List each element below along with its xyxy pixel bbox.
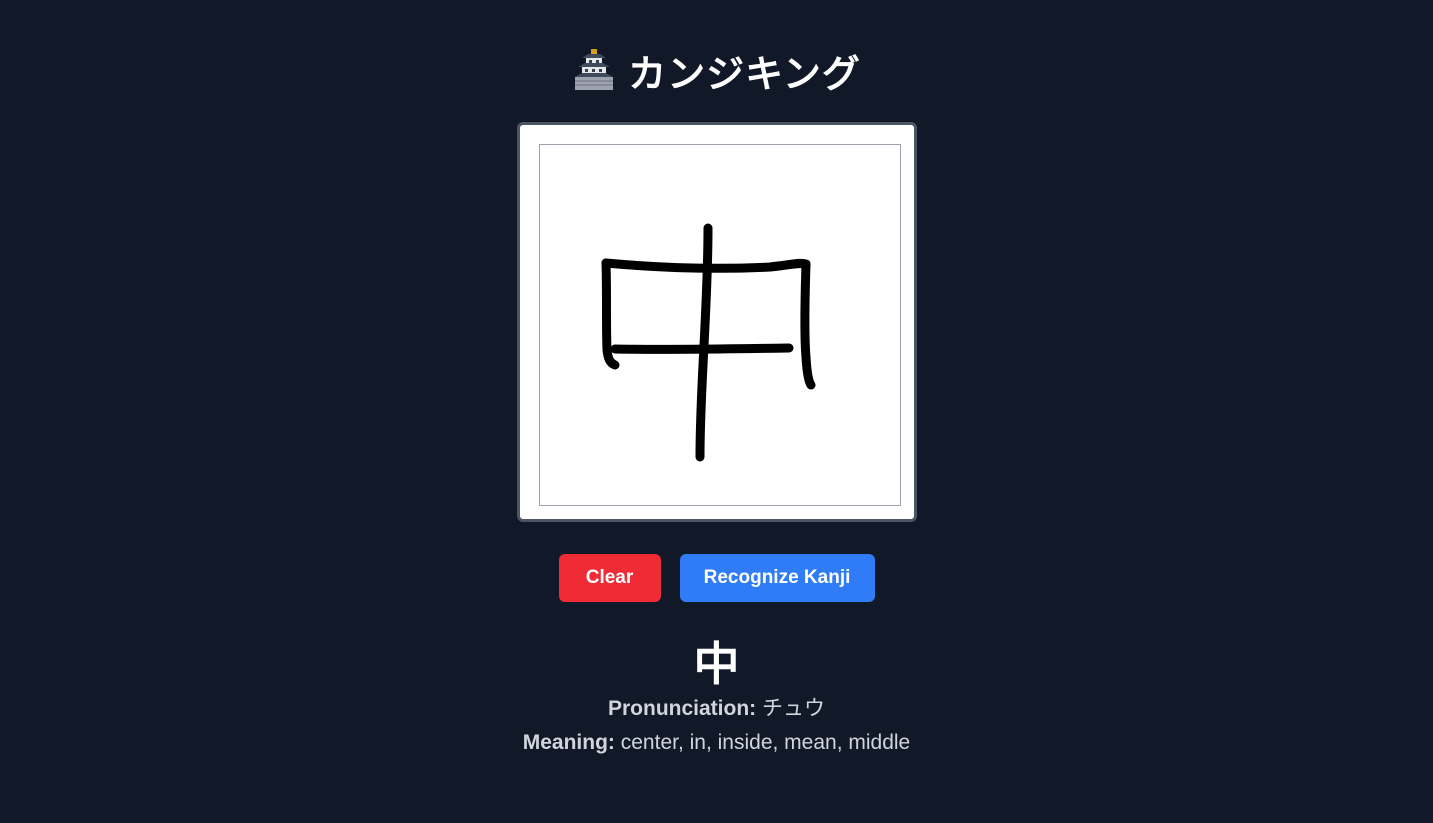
- meaning-label: Meaning:: [522, 731, 615, 754]
- action-buttons: Clear Recognize Kanji: [558, 554, 875, 602]
- header: カンジキング: [572, 44, 861, 96]
- drawing-canvas[interactable]: [538, 144, 901, 506]
- recognized-kanji: 中: [693, 637, 740, 691]
- meaning-value: center, in, inside, mean, middle: [620, 731, 911, 754]
- pronunciation-line: Pronunciation: チュウ: [608, 692, 825, 726]
- pronunciation-label: Pronunciation:: [607, 697, 757, 720]
- meaning-line: Meaning: center, in, inside, mean, middl…: [523, 726, 911, 760]
- clear-button[interactable]: Clear: [558, 554, 661, 602]
- pronunciation-value: チュウ: [762, 697, 825, 720]
- drawing-canvas-frame: [516, 122, 917, 522]
- app-title: カンジキング: [628, 51, 861, 96]
- japanese-castle-icon: [575, 49, 614, 90]
- handwritten-strokes: [601, 223, 815, 462]
- stroke-center-vertical: [695, 223, 712, 462]
- recognize-kanji-button[interactable]: Recognize Kanji: [679, 554, 875, 602]
- app-container: カンジキング Clear Recognize Kanji 中 Pronuncia…: [0, 0, 1433, 823]
